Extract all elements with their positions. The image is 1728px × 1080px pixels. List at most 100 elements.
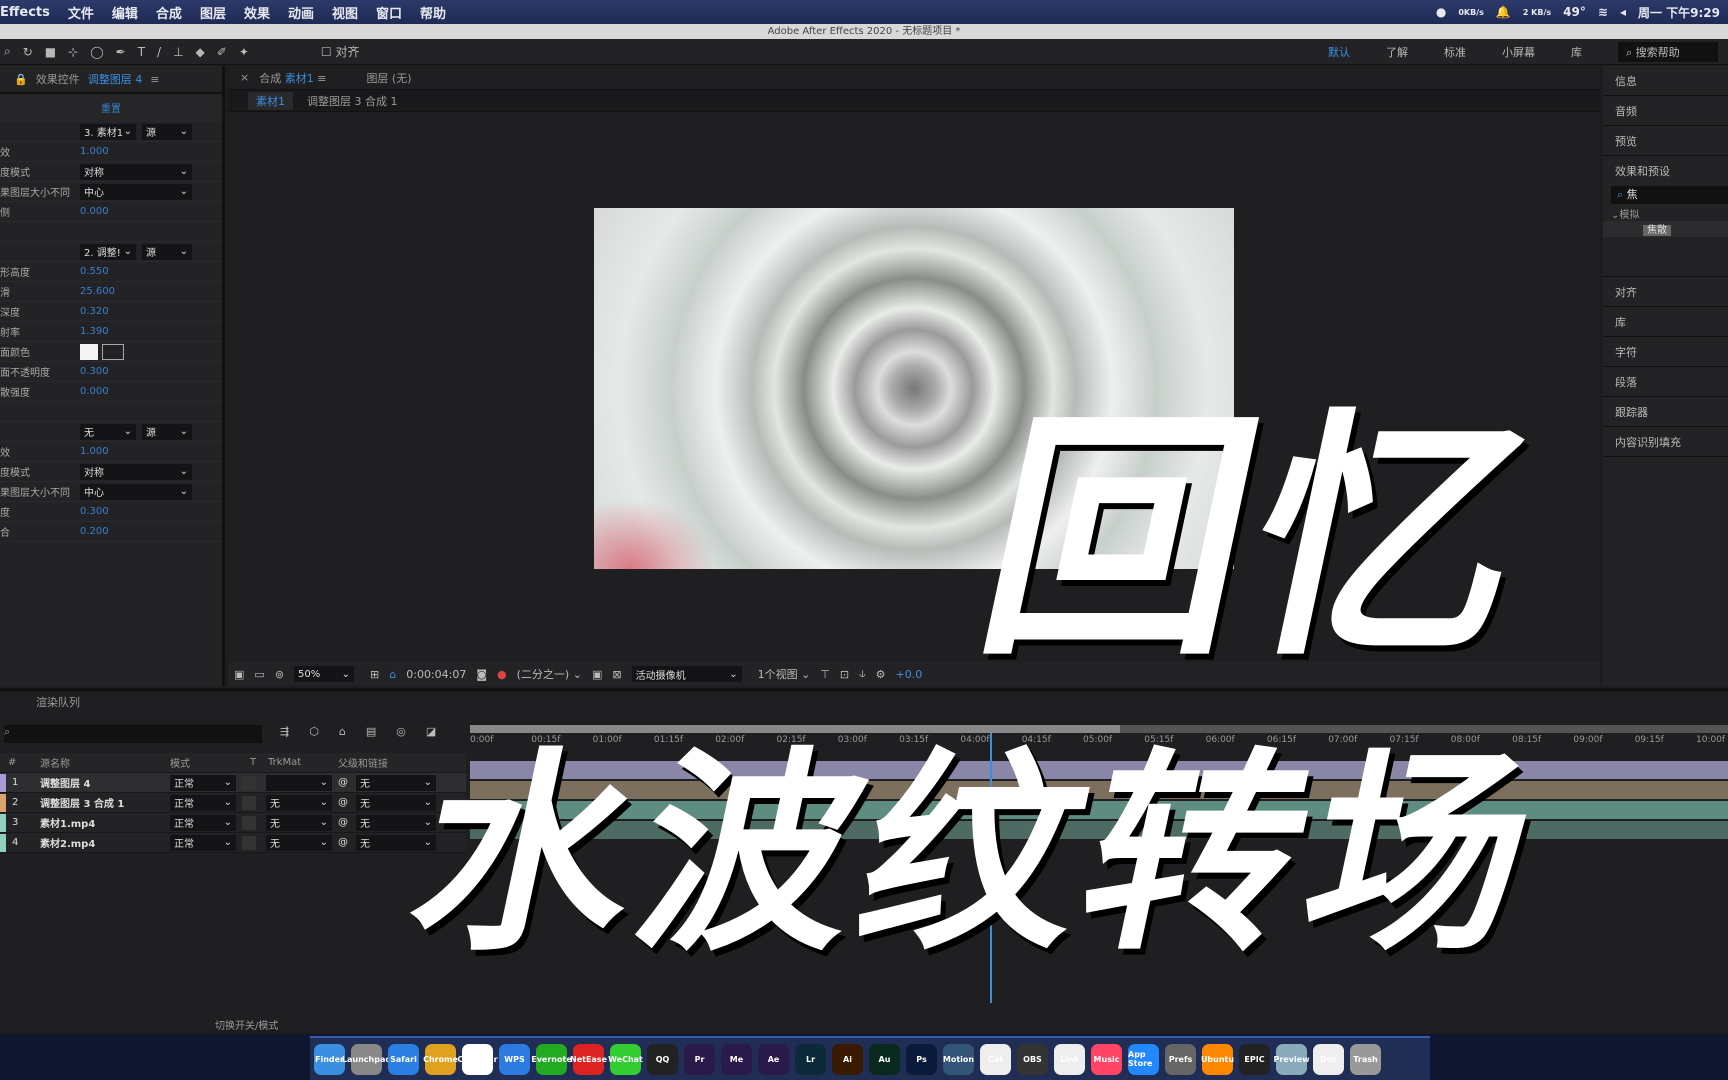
- pickwhip-icon[interactable]: @: [338, 797, 356, 808]
- workspace-standard[interactable]: 标准: [1444, 44, 1466, 60]
- effects-search-input[interactable]: ⌕ 焦: [1611, 186, 1728, 204]
- trkmat-dropdown[interactable]: ⌄: [266, 774, 332, 791]
- effect-dropdown-2[interactable]: 源 ⌄: [142, 123, 192, 140]
- resolution-dropdown[interactable]: (二分之一) ⌄: [517, 666, 582, 682]
- panel-preview[interactable]: 预览: [1603, 126, 1728, 156]
- layer-row[interactable]: 1 调整图层 4 正常 ⌄ ⌄ @ 无 ⌄: [0, 773, 466, 793]
- zoom-tool-icon[interactable]: ⌕: [4, 44, 11, 59]
- search-help-input[interactable]: ⌕ 搜索帮助: [1618, 42, 1718, 62]
- dock-app-ai[interactable]: Ai: [832, 1043, 863, 1075]
- brush-tool-icon[interactable]: /: [157, 45, 161, 59]
- panel-info[interactable]: 信息: [1603, 66, 1728, 96]
- puppet-tool-icon[interactable]: ✦: [239, 45, 249, 59]
- mode-dropdown[interactable]: 正常 ⌄: [170, 814, 236, 831]
- effect-controls-tab[interactable]: 🔒 效果控件 调整图层 4 ≡: [0, 66, 222, 94]
- transparency-icon[interactable]: ⊠: [612, 668, 621, 681]
- layer-row[interactable]: 4 素材2.mp4 正常 ⌄ 无 ⌄ @ 无 ⌄: [0, 833, 466, 853]
- effect-value[interactable]: 25.600: [80, 286, 115, 297]
- brainstorm-icon[interactable]: ◎: [396, 725, 406, 738]
- layer-name[interactable]: 调整图层 4: [40, 775, 170, 790]
- breadcrumb-comp[interactable]: 素材1: [248, 91, 293, 110]
- pen-tool-icon[interactable]: ✒: [116, 45, 126, 59]
- menu-app[interactable]: Effects: [0, 5, 50, 20]
- dock-app-prefs[interactable]: Prefs: [1165, 1043, 1196, 1075]
- preserve-transparency[interactable]: [242, 775, 256, 790]
- breadcrumb-sub[interactable]: 调整图层 3 合成 1: [307, 93, 398, 109]
- pickwhip-icon[interactable]: @: [338, 837, 356, 848]
- menu-animation[interactable]: 动画: [288, 3, 314, 22]
- menu-file[interactable]: 文件: [68, 3, 94, 22]
- dock-app-wps[interactable]: WPS: [499, 1043, 530, 1075]
- camera-tool-icon[interactable]: ■: [45, 45, 56, 59]
- layer-row[interactable]: 3 素材1.mp4 正常 ⌄ 无 ⌄ @ 无 ⌄: [0, 813, 466, 833]
- panel-audio[interactable]: 音频: [1603, 96, 1728, 126]
- menu-layer[interactable]: 图层: [200, 3, 226, 22]
- effect-value[interactable]: 0.300: [80, 366, 109, 377]
- preserve-transparency[interactable]: [242, 835, 256, 850]
- dock-app-launchpad[interactable]: Launchpad: [342, 1043, 391, 1075]
- render-queue-tab[interactable]: 渲染队列: [0, 691, 1728, 713]
- dock-app-doc[interactable]: Doc: [1313, 1043, 1344, 1075]
- dock-app-calendar[interactable]: Calendar: [457, 1043, 498, 1075]
- effect-value[interactable]: 1.000: [80, 446, 109, 457]
- flowchart-icon[interactable]: ⫝: [859, 667, 866, 681]
- region-icon[interactable]: ⌂: [389, 668, 396, 681]
- reset-exposure-icon[interactable]: ⚙: [876, 668, 886, 681]
- workspace-small-screen[interactable]: 小屏幕: [1502, 44, 1535, 60]
- preserve-transparency[interactable]: [242, 815, 256, 830]
- dock-app-epic[interactable]: EPIC: [1239, 1043, 1270, 1075]
- motion-blur-icon[interactable]: ▤: [366, 725, 376, 738]
- draft-3d-icon[interactable]: ⬡: [309, 725, 319, 738]
- roi-icon[interactable]: ▣: [592, 668, 602, 681]
- shy-icon[interactable]: ⇶: [280, 725, 289, 738]
- effect-dropdown[interactable]: 2. 调整! ⌄: [80, 243, 136, 260]
- panel-content-aware-fill[interactable]: 内容识别填充: [1603, 427, 1728, 457]
- dock-app-chrome[interactable]: Chrome: [423, 1043, 458, 1075]
- effect-dropdown[interactable]: 3. 素材1 ⌄: [80, 123, 136, 140]
- dock-app-lr[interactable]: Lr: [795, 1043, 826, 1075]
- mask-icon[interactable]: ⊚: [275, 668, 284, 681]
- eyedropper-icon[interactable]: [102, 343, 124, 360]
- pickwhip-icon[interactable]: @: [338, 777, 356, 788]
- wifi-icon[interactable]: ≋: [1598, 5, 1608, 19]
- mode-dropdown[interactable]: 正常 ⌄: [170, 794, 236, 811]
- panel-library[interactable]: 库: [1603, 307, 1728, 337]
- parent-dropdown[interactable]: 无 ⌄: [356, 794, 436, 811]
- roto-tool-icon[interactable]: ✐: [217, 45, 227, 59]
- dock-app-app-store[interactable]: App Store: [1128, 1043, 1159, 1075]
- menu-window[interactable]: 窗口: [376, 3, 402, 22]
- layer-name[interactable]: 调整图层 3 合成 1: [40, 795, 170, 810]
- bell-icon[interactable]: 🔔: [1496, 5, 1511, 19]
- dock-app-preview[interactable]: Preview: [1274, 1043, 1310, 1075]
- dock-app-au[interactable]: Au: [869, 1043, 900, 1075]
- dock-app-evernote[interactable]: Evernote: [531, 1043, 572, 1075]
- workspace-default[interactable]: 默认: [1328, 44, 1350, 60]
- camera-icon[interactable]: ◙: [476, 668, 487, 681]
- workspace-learn[interactable]: 了解: [1386, 44, 1408, 60]
- volume-icon[interactable]: ◂: [1620, 5, 1626, 19]
- fit-icon[interactable]: ⊤: [820, 668, 830, 681]
- align-checkbox[interactable]: ☐ 对齐: [321, 43, 360, 60]
- toggle-switches-modes[interactable]: 切换开关/模式: [215, 1017, 278, 1032]
- parent-dropdown[interactable]: 无 ⌄: [356, 774, 436, 791]
- dock-app-obs[interactable]: OBS: [1017, 1043, 1048, 1075]
- zoom-dropdown[interactable]: 50% ⌄: [294, 666, 355, 682]
- panel-paragraph[interactable]: 段落: [1603, 367, 1728, 397]
- workspace-library[interactable]: 库: [1571, 44, 1582, 60]
- grid-icon[interactable]: ⊞: [370, 668, 379, 681]
- comp-tab[interactable]: 合成 素材1 ≡: [259, 70, 326, 86]
- effect-value[interactable]: 0.300: [80, 506, 109, 517]
- effect-dropdown[interactable]: 对称 ⌄: [80, 163, 192, 180]
- dock-app-qq[interactable]: QQ: [647, 1043, 678, 1075]
- dock-app-motion[interactable]: Motion: [943, 1043, 974, 1075]
- text-tool-icon[interactable]: T: [138, 45, 145, 59]
- dock-app-finder[interactable]: Finder: [314, 1043, 345, 1075]
- color-swatch[interactable]: [80, 343, 98, 360]
- snapshot-icon[interactable]: ▣: [234, 668, 244, 681]
- menu-help[interactable]: 帮助: [420, 3, 446, 22]
- effect-dropdown-2[interactable]: 源 ⌄: [142, 423, 192, 440]
- layer-name[interactable]: 素材2.mp4: [40, 835, 170, 850]
- panel-effects-presets[interactable]: 效果和预设: [1603, 156, 1728, 186]
- layer-search-input[interactable]: ⌕: [4, 725, 262, 743]
- frame-blend-icon[interactable]: ⌂: [339, 725, 346, 738]
